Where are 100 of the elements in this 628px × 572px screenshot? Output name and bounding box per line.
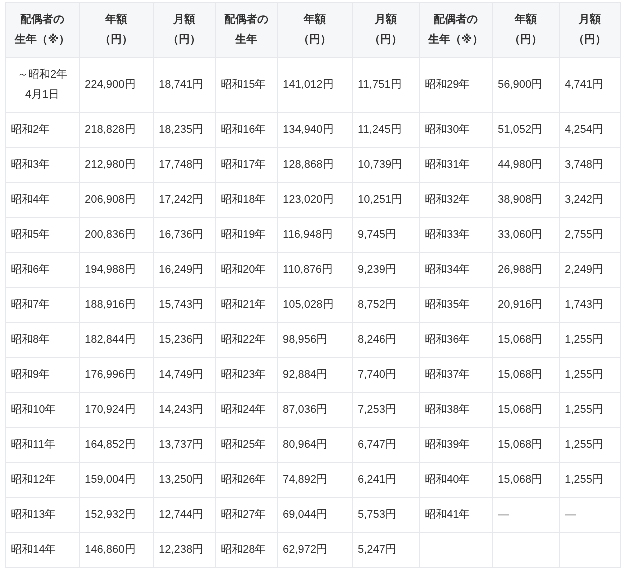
table-cell: 13,250円 <box>154 462 216 498</box>
table-cell: 2,249円 <box>560 252 620 288</box>
table-cell: 176,996円 <box>80 358 154 392</box>
table-cell: 昭和3年 <box>6 148 80 182</box>
table-cell: 昭和25年 <box>216 428 278 462</box>
column-header: （円） <box>298 33 332 48</box>
table-cell: 20,916円 <box>492 288 560 322</box>
table-cell: 17,748円 <box>154 148 216 182</box>
table-cell: 昭和39年 <box>420 428 492 462</box>
table-cell: 昭和5年 <box>6 218 80 252</box>
table-cell: 昭和10年 <box>6 392 80 428</box>
table-cell: 2,755円 <box>560 218 620 252</box>
table-cell: 昭和33年 <box>420 218 492 252</box>
table-cell: 昭和16年 <box>216 112 278 148</box>
table-cell: 5,753円 <box>352 498 420 532</box>
column-header: （円） <box>368 33 404 48</box>
table-cell: 4,254円 <box>560 112 620 148</box>
column-header: 月額 <box>578 12 602 28</box>
table-cell: 昭和22年 <box>216 322 278 358</box>
table-cell: 昭和11年 <box>6 428 80 462</box>
table-cell: 昭和20年 <box>216 252 278 288</box>
table-cell: 昭和9年 <box>6 358 80 392</box>
table-cell: 昭和26年 <box>216 462 278 498</box>
table-cell: 昭和24年 <box>216 392 278 428</box>
table-cell-text: 4月1日 <box>24 88 61 103</box>
table-cell: 116,948円 <box>278 218 352 252</box>
table-cell: 146,860円 <box>80 532 154 568</box>
table-cell: 昭和23年 <box>216 358 278 392</box>
table-cell: 80,964円 <box>278 428 352 462</box>
column-header: 生年（※） <box>14 32 71 48</box>
table-cell: 8,246円 <box>352 322 420 358</box>
table-cell: 昭和4年 <box>6 182 80 218</box>
table-cell: 87,036円 <box>278 392 352 428</box>
table-cell: 62,972円 <box>278 532 352 568</box>
table-cell: 15,068円 <box>492 322 560 358</box>
table-cell: 6,747円 <box>352 428 420 462</box>
column-header: （円） <box>167 33 202 48</box>
table-cell: 昭和41年 <box>420 498 492 532</box>
table-cell: 16,736円 <box>154 218 216 252</box>
table-cell: 7,253円 <box>352 392 420 428</box>
table-cell: 12,238円 <box>154 532 216 568</box>
table-cell: 152,932円 <box>80 498 154 532</box>
table-cell: 15,068円 <box>492 428 560 462</box>
table-cell: 182,844円 <box>80 322 154 358</box>
table-cell: 14,749円 <box>154 358 216 392</box>
table-cell: 74,892円 <box>278 462 352 498</box>
table-cell: 15,236円 <box>154 322 216 358</box>
table-cell: 11,751円 <box>352 58 420 112</box>
table-cell: 69,044円 <box>278 498 352 532</box>
table-cell: 15,068円 <box>492 462 560 498</box>
table-cell: — <box>492 498 560 532</box>
table-cell: 7,740円 <box>352 358 420 392</box>
table-cell: 昭和29年 <box>420 58 492 112</box>
table-cell: 昭和38年 <box>420 392 492 428</box>
table-cell: 1,743円 <box>560 288 620 322</box>
table-cell: 昭和27年 <box>216 498 278 532</box>
table-cell: 9,745円 <box>352 218 420 252</box>
table-cell: 206,908円 <box>80 182 154 218</box>
table-cell: 昭和21年 <box>216 288 278 322</box>
column-header: 年額 <box>104 12 128 28</box>
table-cell: 38,908円 <box>492 182 560 218</box>
table-cell: 12,744円 <box>154 498 216 532</box>
table-cell: 1,255円 <box>560 358 620 392</box>
table-cell: 10,739円 <box>352 148 420 182</box>
table-cell: 昭和36年 <box>420 322 492 358</box>
table-cell: 昭和19年 <box>216 218 278 252</box>
table-cell: 1,255円 <box>560 428 620 462</box>
column-header: 生年 <box>234 32 258 48</box>
table-cell: 33,060円 <box>492 218 560 252</box>
table-cell: 昭和34年 <box>420 252 492 288</box>
table-cell: 11,245円 <box>352 112 420 148</box>
table-cell: 16,249円 <box>154 252 216 288</box>
table-cell: 1,255円 <box>560 462 620 498</box>
table-cell: 224,900円 <box>80 58 154 112</box>
table-cell: 15,068円 <box>492 392 560 428</box>
table-cell: 218,828円 <box>80 112 154 148</box>
table-cell: 6,241円 <box>352 462 420 498</box>
table-cell: 昭和8年 <box>6 322 80 358</box>
column-header: （円） <box>99 33 134 48</box>
column-header: 年額 <box>514 12 538 28</box>
table-cell: 98,956円 <box>278 322 352 358</box>
column-header: 生年（※） <box>427 32 484 48</box>
table-cell: 8,752円 <box>352 288 420 322</box>
table-cell: 56,900円 <box>492 58 560 112</box>
table-cell: 昭和7年 <box>6 288 80 322</box>
table-cell: 4,741円 <box>560 58 620 112</box>
table-cell: 10,251円 <box>352 182 420 218</box>
column-header: （円） <box>508 33 544 48</box>
table-cell: 昭和40年 <box>420 462 492 498</box>
table-cell: 128,868円 <box>278 148 352 182</box>
table-cell: 昭和17年 <box>216 148 278 182</box>
table-cell: 昭和28年 <box>216 532 278 568</box>
table-cell: 昭和14年 <box>6 532 80 568</box>
table-cell: 1,255円 <box>560 322 620 358</box>
column-header: 年額 <box>302 12 327 28</box>
table-cell: 92,884円 <box>278 358 352 392</box>
table-cell: 212,980円 <box>80 148 154 182</box>
table-cell: 13,737円 <box>154 428 216 462</box>
table-cell: 15,743円 <box>154 288 216 322</box>
table-cell: 170,924円 <box>80 392 154 428</box>
